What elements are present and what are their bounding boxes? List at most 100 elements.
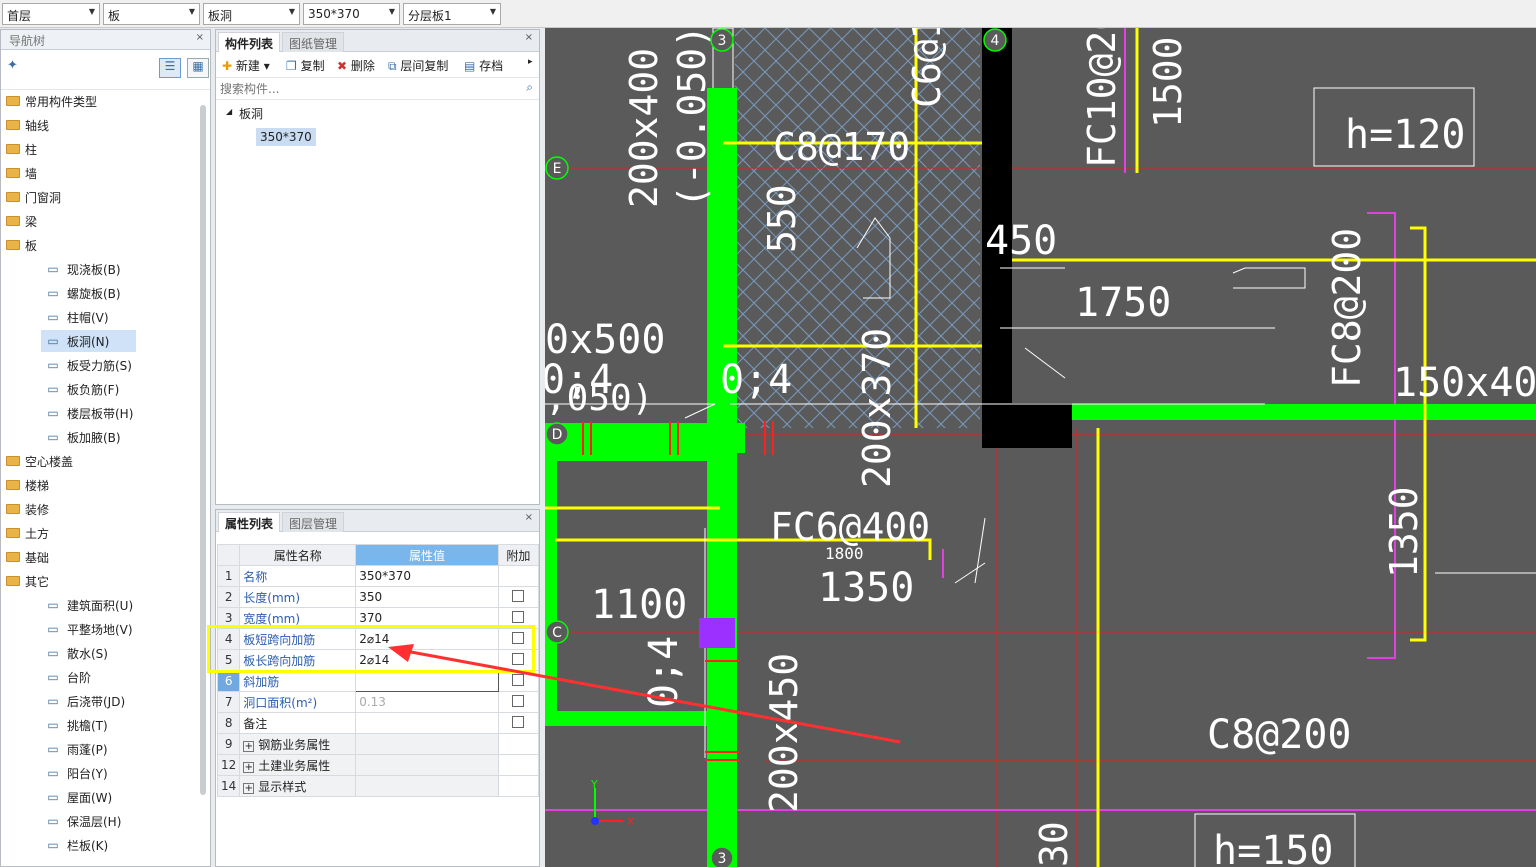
- component-list-panel: 构件列表 图纸管理 × ✚ 新建 ▾ ❐ 复制 ✖ 删除 ⧉ 层间复制 ▤ 存档…: [215, 29, 540, 505]
- component-tabs: 构件列表 图纸管理 ×: [216, 30, 539, 52]
- add-icon[interactable]: ✦: [7, 58, 18, 73]
- folder-icon: [6, 216, 20, 226]
- chevron-down-icon: ▼: [288, 7, 295, 16]
- property-row[interactable]: 14 + 显示样式: [216, 775, 540, 797]
- eave-icon: ▭: [47, 718, 59, 732]
- component-search-input[interactable]: [218, 80, 518, 97]
- slab-strip-icon: ▭: [47, 406, 59, 420]
- list-view-icon[interactable]: ☰: [159, 58, 181, 78]
- sidebar-item-label: 后浇带(JD): [67, 695, 126, 709]
- cad-text: 1800: [825, 544, 864, 563]
- floor-copy-button[interactable]: ⧉ 层间复制: [388, 57, 448, 74]
- folder-icon: [6, 480, 20, 490]
- sidebar-item-label: 楼层板带(H): [67, 407, 134, 421]
- axis-label: 3: [718, 851, 727, 867]
- sidebar-item-label: 空心楼盖: [25, 455, 74, 469]
- component-select[interactable]: 350*370 ▼: [303, 3, 400, 25]
- svg-text:Y: Y: [590, 778, 598, 791]
- expand-icon[interactable]: +: [243, 782, 255, 794]
- component-search: ⌕: [216, 78, 539, 100]
- extra-cell: [497, 754, 540, 776]
- property-value: [355, 775, 499, 797]
- property-name: + 显示样式: [239, 775, 357, 797]
- delete-button[interactable]: ✖ 删除: [337, 57, 375, 74]
- sidebar-item-label: 栏板(K): [67, 839, 109, 853]
- sidebar-item-label: 建筑面积(U): [67, 599, 134, 613]
- cad-text: 1750: [1075, 280, 1171, 326]
- tab-layer-manage[interactable]: 图层管理: [282, 512, 345, 532]
- sidebar-item-label: 柱帽(V): [67, 311, 109, 325]
- sidebar-item-label: 屋面(W): [67, 791, 113, 805]
- archive-button[interactable]: ▤ 存档: [464, 57, 503, 74]
- folder-icon: [6, 240, 20, 250]
- close-icon[interactable]: ×: [525, 512, 533, 523]
- row-number: 14: [216, 775, 241, 797]
- cad-text: 0;4: [720, 357, 792, 403]
- floor-select[interactable]: 首层 ▼: [2, 3, 100, 25]
- cad-text: h=150: [1213, 828, 1333, 867]
- insulation-icon: ▭: [47, 814, 59, 828]
- sidebar-item-label: 土方: [25, 527, 50, 541]
- sidebar-item[interactable]: ▭ 板洞(N): [41, 330, 136, 352]
- close-icon[interactable]: ×: [196, 32, 204, 43]
- apron-icon: ▭: [47, 646, 59, 660]
- property-group-label: 土建业务属性: [258, 758, 331, 773]
- tab-component-list[interactable]: 构件列表: [218, 32, 281, 52]
- cad-text: FC10@200: [1080, 28, 1124, 168]
- property-value[interactable]: 350*370: [355, 565, 499, 587]
- component-tree: ◢ 板洞 350*370: [216, 100, 539, 160]
- close-icon[interactable]: ×: [525, 32, 533, 43]
- header-corner: [216, 544, 241, 566]
- row-number: 1: [216, 565, 241, 587]
- site-level-icon: ▭: [47, 622, 59, 636]
- grid-view-icon[interactable]: ▦: [187, 58, 209, 78]
- slab-icon: ▭: [47, 262, 59, 276]
- property-row[interactable]: 12 + 土建业务属性: [216, 754, 540, 776]
- spiral-slab-icon: ▭: [47, 286, 59, 300]
- collapse-icon[interactable]: ◢: [226, 107, 232, 116]
- delete-icon: ✖: [337, 59, 348, 73]
- new-icon: ✚: [222, 59, 233, 73]
- header-extra: 附加: [497, 544, 540, 566]
- cad-text: 1350: [818, 565, 914, 611]
- property-value[interactable]: 350: [355, 586, 499, 608]
- category-select[interactable]: 板 ▼: [103, 3, 200, 25]
- copy-button[interactable]: ❐ 复制: [286, 57, 325, 74]
- property-name: + 土建业务属性: [239, 754, 357, 776]
- sidebar-item-label: 楼梯: [25, 479, 50, 493]
- property-row[interactable]: 1 名称 350*370: [216, 565, 540, 587]
- folder-icon: [6, 528, 20, 538]
- sidebar-item-label: 雨蓬(P): [67, 743, 108, 757]
- step-icon: ▭: [47, 670, 59, 684]
- expand-icon[interactable]: +: [243, 740, 255, 752]
- nav-scrollbar[interactable]: [200, 105, 206, 795]
- component-item-selected[interactable]: 350*370: [256, 128, 316, 146]
- row-number: 7: [216, 691, 241, 713]
- new-button[interactable]: ✚ 新建 ▾: [222, 57, 270, 74]
- property-row[interactable]: 2 长度(mm) 350: [216, 586, 540, 608]
- type-select[interactable]: 板洞 ▼: [203, 3, 300, 25]
- extra-checkbox[interactable]: [512, 610, 525, 623]
- extra-checkbox[interactable]: [512, 589, 525, 602]
- tab-property-list[interactable]: 属性列表: [218, 512, 281, 532]
- layer-select[interactable]: 分层板1 ▼: [403, 3, 501, 25]
- floor-copy-icon: ⧉: [388, 59, 397, 73]
- expand-icon[interactable]: +: [243, 761, 255, 773]
- sidebar-item-label: 阳台(Y): [67, 767, 108, 781]
- folder-icon: [6, 456, 20, 466]
- coordinate-axes-icon: Y X: [590, 778, 635, 828]
- negative-rebar-icon: ▭: [47, 382, 59, 396]
- search-icon[interactable]: ⌕: [526, 80, 533, 95]
- property-header-row: 属性名称 属性值 附加: [216, 544, 540, 566]
- cad-text: 30: [1032, 821, 1076, 867]
- nav-tree-toolbar: ✦ ☰ ▦: [1, 50, 210, 90]
- parapet-icon: ▭: [47, 838, 59, 852]
- cad-text: 150x400: [1393, 360, 1536, 406]
- sidebar-item-label: 墙: [25, 167, 38, 181]
- more-icon[interactable]: ▸: [528, 57, 533, 67]
- component-group-label[interactable]: 板洞: [239, 105, 263, 122]
- tab-drawing-manage[interactable]: 图纸管理: [282, 32, 345, 52]
- extra-cell: [497, 775, 540, 797]
- cad-text: h=120: [1345, 112, 1465, 158]
- property-name: 斜加筋: [239, 670, 357, 692]
